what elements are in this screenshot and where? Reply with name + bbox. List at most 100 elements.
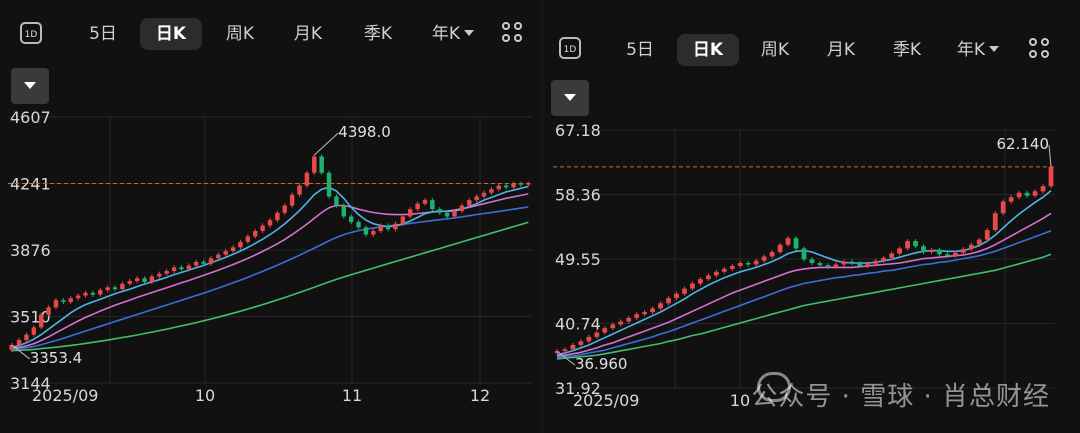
candle-body [610,324,616,329]
candle-body [120,283,125,290]
candle-body [348,216,354,222]
y-tick-label: 58.36 [555,186,601,205]
candle-body [371,231,376,235]
candle-body [777,244,783,253]
x-tick-label: 11 [342,386,362,405]
x-tick-label: 10 [730,391,750,410]
candle-body [489,189,494,193]
candle-body [378,225,383,231]
candle-body [289,194,295,206]
candle-body [857,263,863,266]
candle-body [312,156,317,173]
candle-body [785,238,791,245]
candle-body [1024,192,1030,196]
candle-body [393,223,398,230]
ma-short-line [11,185,529,349]
candle-body [164,271,169,274]
high-price-label: 4398.0 [338,123,391,141]
candle-body [817,263,823,266]
candle-body [905,241,910,249]
kline-chart-left[interactable]: 460742413876351031442025/09 10 11 124398.03… [0,0,540,433]
candle-body [897,248,903,254]
candle-body [705,275,711,280]
y-tick-label: 40.74 [555,315,601,334]
candle-body [275,212,280,221]
candle-body [833,264,839,267]
candle-body [245,236,251,242]
candle-body [642,312,648,315]
candle-body [761,256,767,261]
chart-panel-left: 1D 5日 日K 周K 月K 季K 年K 4607 4241 3876 3510 314… [0,0,540,433]
candle-body [253,231,258,237]
candle-body [134,278,140,281]
candle-body [415,203,420,210]
candle-body [186,265,192,270]
kline-chart-right[interactable]: 67.1858.3649.5540.7431.922025/09 1062.140… [545,0,1080,433]
y-tick-label: 49.55 [555,250,601,269]
candle-body [721,268,727,272]
high-price-label: 62.140 [997,135,1050,153]
candle-body [586,336,592,342]
candle-body [793,238,799,249]
candle-body [674,293,679,299]
candle-body [737,263,743,266]
y-tick-label: 4607 [10,108,51,127]
candle-body [594,332,600,337]
candle-body [400,216,406,224]
low-price-label: 3353.4 [30,349,83,367]
candle-body [1008,197,1014,202]
candle-body [809,259,815,264]
candle-body [650,308,655,313]
candle-body [690,283,695,289]
candle-body [968,244,974,250]
candle-body [38,314,44,328]
candle-body [68,298,73,302]
candle-body [953,252,958,256]
annotation-leader [313,132,339,156]
candle-body [865,263,871,266]
candle-body [437,209,442,213]
candle-body [422,200,428,204]
ma-mid-line [556,212,1052,357]
candle-body [634,314,640,318]
candle-body [769,252,775,257]
candle-body [297,185,302,195]
candle-body [873,260,879,264]
chart-panel-right: 1D 5日 日K 周K 月K 季K 年K 67.18 58.36 49.55 40.7… [545,0,1080,433]
candle-body [238,241,243,248]
x-tick-label: 2025/09 [573,391,639,410]
candle-body [849,261,855,264]
candle-body [75,295,81,299]
candle-body [223,251,228,255]
candle-body [745,263,751,265]
candle-body [260,225,265,231]
low-price-label: 36.960 [575,355,628,373]
candle-body [46,307,51,315]
candle-body [467,200,472,206]
candle-body [179,267,184,270]
candle-body [945,254,950,256]
candle-body [31,327,37,335]
x-tick-label: 2025/09 [32,386,98,405]
watermark-text: 公众号 · 雪球 · 肖总财经 [751,382,1050,412]
x-tick-label: 10 [195,386,215,405]
candle-body [929,249,934,253]
candle-body [408,209,413,217]
candle-body [452,211,457,217]
candle-body [729,265,735,269]
candle-body [230,247,236,251]
ma-longest-line [11,221,529,352]
candle-body [53,300,59,308]
candle-body [984,230,990,240]
candle-body [825,265,831,267]
x-tick-label: 12 [470,386,490,405]
candle-body [112,287,118,290]
candle-body [753,260,759,265]
candle-body [267,220,273,226]
candle-body [960,249,966,253]
candle-body [481,192,487,197]
candle-body [976,239,982,245]
candle-body [430,200,435,210]
candle-body [562,349,568,352]
candle-body [157,273,162,277]
